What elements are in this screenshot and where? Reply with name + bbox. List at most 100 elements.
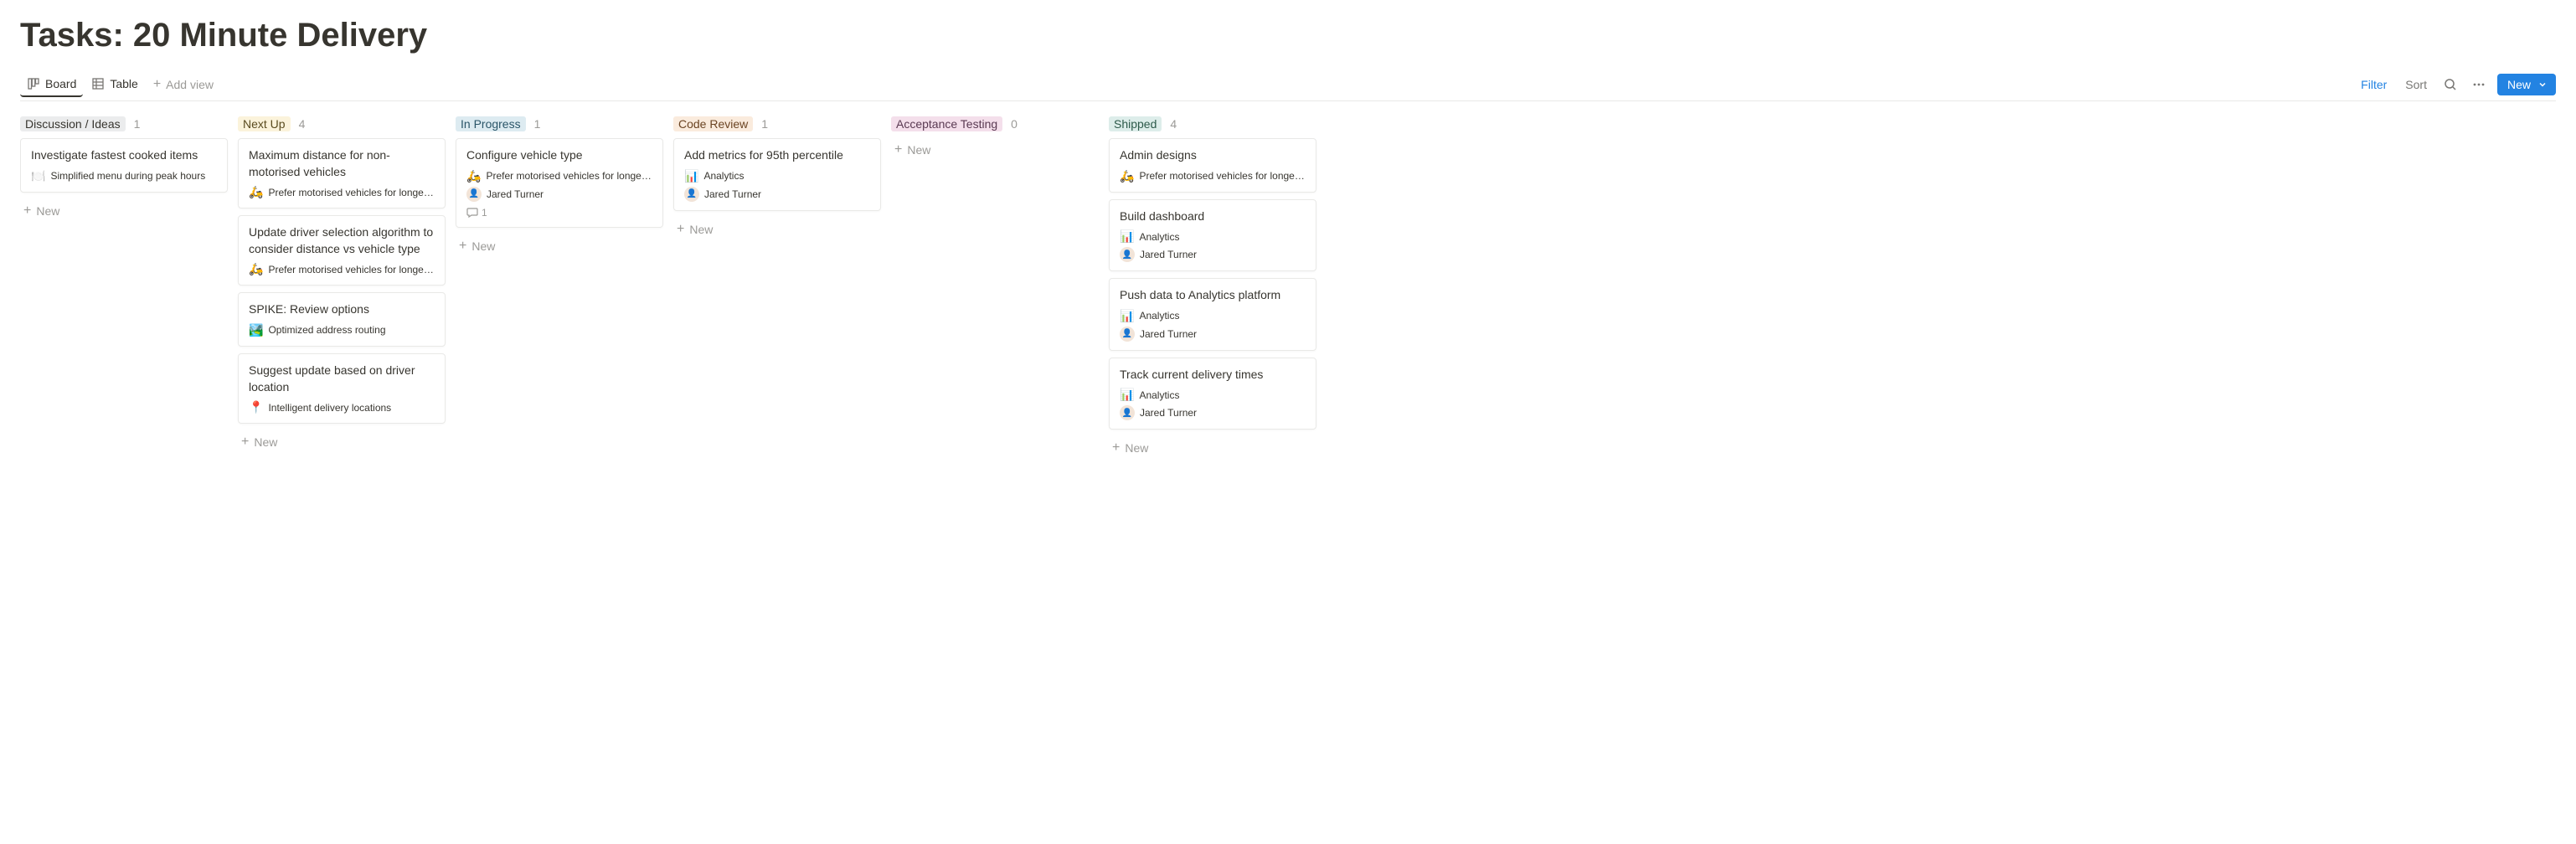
new-card-button[interactable]: + New	[238, 432, 446, 452]
card-epic: 📊Analytics	[1120, 309, 1306, 323]
column-header[interactable]: In Progress1	[456, 115, 663, 138]
card-title: SPIKE: Review options	[249, 301, 435, 318]
column-header[interactable]: Shipped4	[1109, 115, 1316, 138]
card[interactable]: Investigate fastest cooked items 🍽️ Simpli…	[20, 138, 228, 193]
column-count: 4	[1170, 117, 1177, 131]
epic-label: Simplified menu during peak hours	[50, 170, 205, 182]
card[interactable]: Update driver selection algorithm to con…	[238, 215, 446, 286]
card-comments: 1	[466, 207, 652, 219]
epic-label: Prefer motorised vehicles for longer del…	[1139, 170, 1306, 182]
page-title: Tasks: 20 Minute Delivery	[20, 17, 2556, 54]
card-epic: 🛵Prefer motorised vehicles for longer de…	[249, 262, 435, 276]
new-button[interactable]: New	[2497, 74, 2556, 95]
epic-label: Prefer motorised vehicles for longer del…	[268, 187, 435, 198]
epic-label: Analytics	[1139, 231, 1179, 243]
new-button-label: New	[2507, 78, 2531, 91]
new-card-label: New	[36, 204, 59, 218]
card-title: Investigate fastest cooked items	[31, 147, 217, 164]
column-label: Discussion / Ideas	[20, 116, 126, 131]
new-card-button[interactable]: +New	[1109, 438, 1316, 458]
avatar: 👤	[1120, 405, 1135, 420]
more-button[interactable]	[2469, 75, 2489, 95]
tab-board-label: Board	[45, 77, 76, 90]
chevron-down-icon	[2536, 78, 2549, 91]
card-assignee: 👤Jared Turner	[684, 187, 870, 202]
new-card-button[interactable]: +New	[891, 140, 1099, 160]
new-card-label: New	[907, 143, 930, 157]
avatar: 👤	[1120, 327, 1135, 342]
card[interactable]: Track current delivery times 📊Analytics 👤 J…	[1109, 358, 1316, 430]
column-label: Next Up	[238, 116, 291, 131]
epic-icon: 🏞️	[249, 323, 263, 337]
epic-icon: 🛵	[249, 185, 263, 199]
avatar: 👤	[684, 187, 699, 202]
tab-table-label: Table	[110, 77, 137, 90]
assignee-name: Jared Turner	[1140, 407, 1197, 419]
column-count: 1	[761, 117, 768, 131]
epic-label: Optimized address routing	[268, 324, 385, 336]
epic-icon: 🍽️	[31, 169, 45, 183]
epic-icon: 📊	[1120, 309, 1134, 323]
card[interactable]: Build dashboard📊Analytics👤Jared Turner	[1109, 199, 1316, 272]
plus-icon: +	[153, 78, 161, 91]
plus-icon: +	[1112, 441, 1120, 455]
card-assignee: 👤Jared Turner	[1120, 327, 1306, 342]
card[interactable]: Add metrics for 95th percentile📊Analytic…	[673, 138, 881, 211]
views-bar: Board Table + Add view Filter Sort New	[20, 68, 2556, 101]
comment-icon	[466, 207, 478, 219]
new-card-button[interactable]: + New	[20, 201, 228, 221]
column-header[interactable]: Acceptance Testing0	[891, 115, 1099, 138]
card[interactable]: Push data to Analytics platform 📊Analytic…	[1109, 278, 1316, 351]
card-epic: 📊Analytics	[1120, 388, 1306, 402]
add-view-button[interactable]: + Add view	[147, 73, 220, 96]
card-title: Track current delivery times	[1120, 367, 1306, 383]
card-epic: 🛵Prefer motorised vehicles for longer de…	[466, 169, 652, 183]
plus-icon: +	[23, 204, 31, 218]
column-label: In Progress	[456, 116, 526, 131]
column: Code Review 1 Add metrics for 95th percent…	[673, 115, 881, 239]
new-card-label: New	[689, 223, 713, 236]
assignee-name: Jared Turner	[1140, 249, 1197, 260]
card-epic: 🏞️ Optimized address routing	[249, 323, 435, 337]
filter-button[interactable]: Filter	[2356, 75, 2392, 95]
card[interactable]: Maximum distance for non-motorised vehic…	[238, 138, 446, 208]
avatar: 👤	[466, 187, 482, 202]
column: Acceptance Testing0+New	[891, 115, 1099, 160]
column: Next Up4 Maximum distance for non-motoris…	[238, 115, 446, 452]
card[interactable]: Admin designs🛵Prefer motorised vehicles …	[1109, 138, 1316, 193]
card[interactable]: SPIKE: Review options 🏞️ Optimized address…	[238, 292, 446, 347]
plus-icon: +	[241, 435, 249, 449]
card-assignee: 👤 Jared Turner	[1120, 405, 1306, 420]
more-icon	[2472, 78, 2486, 91]
new-card-label: New	[471, 239, 495, 253]
card-epic: 🛵Prefer motorised vehicles for longer de…	[1120, 169, 1306, 183]
column-label: Code Review	[673, 116, 753, 131]
card[interactable]: Configure vehicle type 🛵Prefer motorised …	[456, 138, 663, 228]
new-card-label: New	[254, 435, 277, 449]
column-count: 0	[1011, 117, 1018, 131]
card-title: Configure vehicle type	[466, 147, 652, 164]
card-epic: 🍽️ Simplified menu during peak hours	[31, 169, 217, 183]
column-header[interactable]: Discussion / Ideas 1	[20, 115, 228, 138]
tab-board[interactable]: Board	[20, 72, 83, 97]
card-title: Maximum distance for non-motorised vehic…	[249, 147, 435, 180]
board-icon	[27, 77, 40, 90]
card-assignee: 👤Jared Turner	[1120, 247, 1306, 262]
column-header[interactable]: Next Up4	[238, 115, 446, 138]
search-button[interactable]	[2440, 75, 2460, 95]
epic-label: Analytics	[703, 170, 744, 182]
card-epic: 🛵 Prefer motorised vehicles for longer de…	[249, 185, 435, 199]
card-title: Push data to Analytics platform	[1120, 287, 1306, 304]
epic-label: Prefer motorised vehicles for longer del…	[268, 264, 435, 275]
new-card-button[interactable]: +New	[456, 236, 663, 256]
epic-icon: 📍	[249, 400, 263, 414]
new-card-button[interactable]: +New	[673, 219, 881, 239]
board-container: Discussion / Ideas 1 Investigate fastest c…	[20, 101, 2556, 458]
column-count: 1	[134, 117, 141, 131]
epic-label: Intelligent delivery locations	[268, 402, 391, 414]
card-title: Build dashboard	[1120, 208, 1306, 225]
column-header[interactable]: Code Review 1	[673, 115, 881, 138]
sort-button[interactable]: Sort	[2400, 75, 2432, 95]
card[interactable]: Suggest update based on driver location📍…	[238, 353, 446, 424]
tab-table[interactable]: Table	[85, 72, 144, 97]
